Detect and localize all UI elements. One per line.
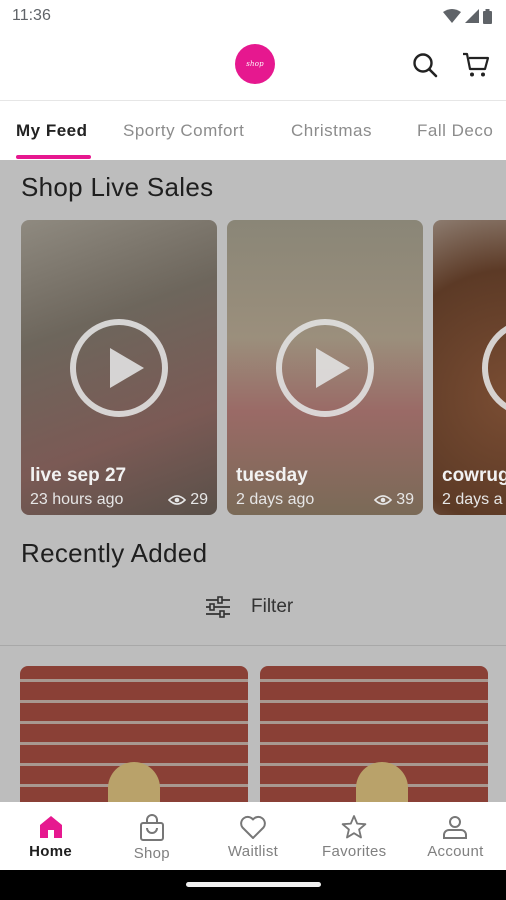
search-button[interactable] [410, 50, 440, 80]
feed-content: Shop Live Sales live sep 27 23 hours ago… [0, 160, 506, 802]
live-card-title: cowrug [442, 465, 506, 486]
eye-icon [168, 495, 187, 505]
active-tab-indicator [16, 155, 91, 159]
live-sale-card[interactable]: cowrug 2 days a [433, 220, 506, 515]
live-card-title: tuesday [236, 465, 308, 486]
tab-fall-deco[interactable]: Fall Deco [417, 101, 493, 160]
cart-icon [463, 52, 490, 77]
live-card-time: 23 hours ago [30, 491, 124, 508]
tab-christmas[interactable]: Christmas [291, 101, 372, 160]
status-bar: 11:36 [0, 0, 506, 32]
views-count: 39 [396, 491, 414, 508]
live-card-views: 29 [168, 491, 208, 509]
product-card[interactable] [20, 666, 248, 802]
live-card-time: 2 days ago [236, 491, 315, 508]
wifi-icon [443, 9, 461, 23]
person-icon [443, 816, 468, 839]
signal-icon [465, 9, 479, 23]
nav-account-label: Account [427, 843, 484, 860]
views-count: 29 [190, 491, 208, 508]
brand-logo-icon[interactable]: shop [235, 44, 275, 84]
live-sale-card[interactable]: tuesday 2 days ago 39 [227, 220, 423, 515]
recently-added-title: Recently Added [21, 538, 208, 568]
divider [0, 645, 506, 646]
logo-lettering: shop [246, 60, 264, 68]
live-sales-title: Shop Live Sales [21, 172, 214, 202]
system-gesture-bar [0, 870, 506, 900]
nav-waitlist[interactable]: Waitlist [202, 802, 303, 870]
cart-button[interactable] [461, 50, 491, 80]
nav-shop-label: Shop [133, 845, 170, 862]
category-tabs: My Feed Sporty Comfort Christmas Fall De… [0, 100, 506, 160]
battery-icon [483, 8, 492, 24]
nav-favorites-label: Favorites [322, 843, 387, 860]
nav-shop[interactable]: Shop [101, 802, 202, 870]
shopping-bag-icon [139, 814, 164, 841]
app-bar: shop [0, 32, 506, 100]
nav-home-label: Home [29, 843, 73, 860]
filter-sliders-icon [206, 596, 230, 618]
live-card-views: 39 [374, 491, 414, 509]
product-photo-figure [108, 762, 160, 802]
play-icon[interactable] [70, 319, 168, 417]
live-card-title: live sep 27 [30, 465, 127, 486]
filter-label: Filter [251, 596, 294, 617]
tab-my-feed[interactable]: My Feed [16, 101, 88, 160]
live-card-time: 2 days a [442, 491, 503, 508]
heart-icon [240, 815, 266, 839]
nav-waitlist-label: Waitlist [227, 843, 279, 860]
live-sale-card[interactable]: live sep 27 23 hours ago 29 [21, 220, 217, 515]
gesture-handle[interactable] [186, 882, 321, 887]
nav-account[interactable]: Account [405, 802, 506, 870]
filter-button[interactable]: Filter [205, 592, 293, 622]
star-icon [341, 815, 367, 839]
play-icon[interactable] [276, 319, 374, 417]
home-icon [39, 816, 62, 838]
product-card[interactable] [260, 666, 488, 802]
product-photo-figure [356, 762, 408, 802]
status-time: 11:36 [12, 7, 51, 24]
search-icon [413, 53, 438, 78]
nav-home[interactable]: Home [0, 802, 101, 870]
nav-favorites[interactable]: Favorites [304, 802, 405, 870]
status-icons [443, 8, 492, 24]
tab-sporty-comfort[interactable]: Sporty Comfort [123, 101, 244, 160]
bottom-nav: Home Shop Waitlist Favorites Account [0, 802, 506, 870]
eye-icon [374, 495, 393, 505]
play-icon[interactable] [482, 319, 506, 417]
